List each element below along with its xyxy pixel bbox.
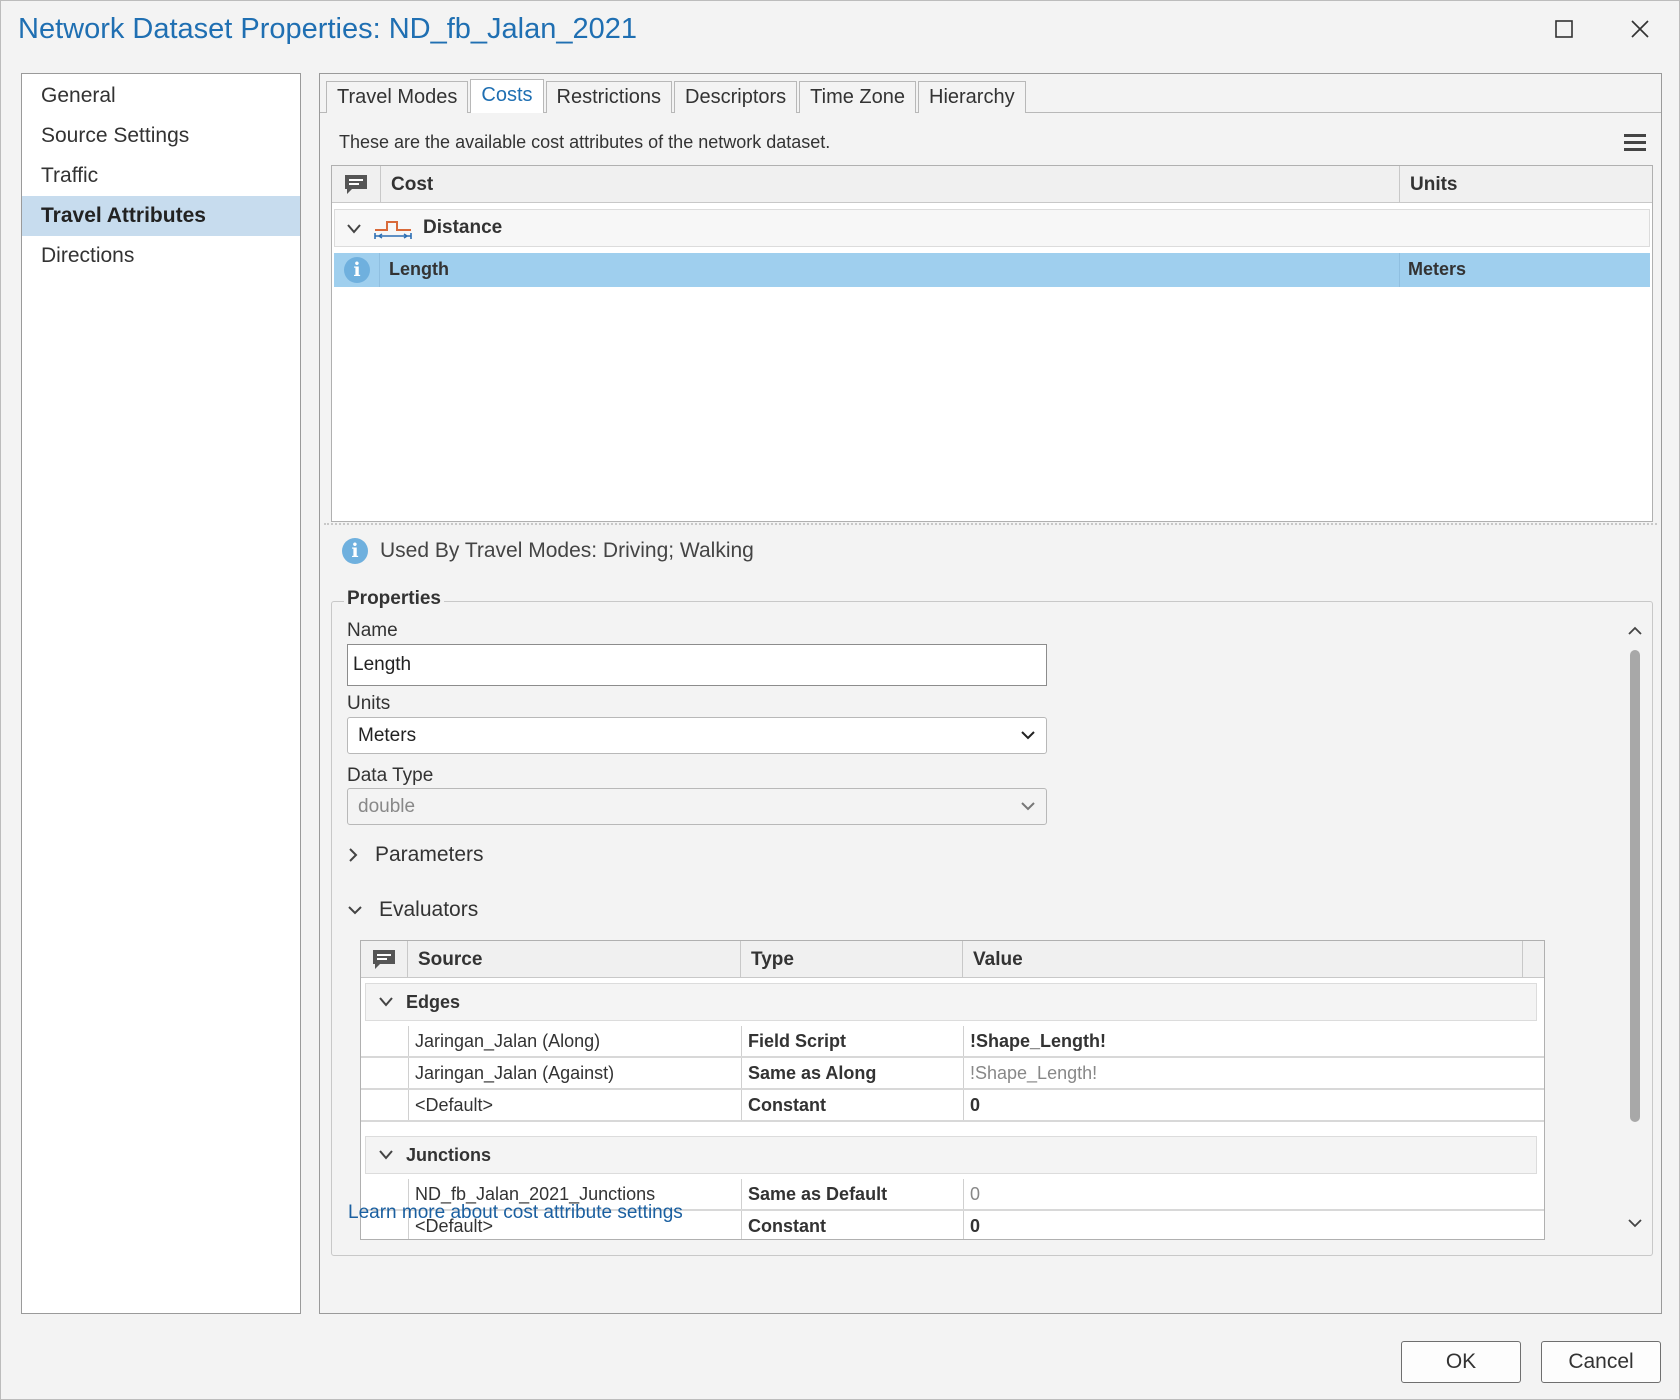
tab-travel-modes[interactable]: Travel Modes [326, 81, 469, 113]
tab-costs[interactable]: Costs [470, 79, 544, 113]
cancel-button[interactable]: Cancel [1541, 1341, 1661, 1383]
tab-time-zone[interactable]: Time Zone [799, 81, 917, 113]
group-label-edges: Edges [406, 992, 461, 1012]
sidebar-item-travel-attributes[interactable]: Travel Attributes [22, 196, 300, 236]
cost-column-header[interactable]: Cost [381, 166, 1400, 203]
sidebar-item-source-settings[interactable]: Source Settings [22, 116, 300, 156]
dialog-window: Network Dataset Properties: ND_fb_Jalan_… [0, 0, 1680, 1400]
evaluators-label: Evaluators [379, 898, 479, 921]
main-panel: Travel Modes Costs Restrictions Descript… [319, 73, 1662, 1314]
evaluator-type: Same as Default [741, 1179, 963, 1209]
evaluator-type: Same as Along [741, 1058, 963, 1088]
evaluator-value: !Shape_Length! [963, 1058, 1523, 1088]
used-by-text: Used By Travel Modes: Driving; Walking [380, 539, 754, 562]
evaluator-row[interactable]: Jaringan_Jalan (Against) Same as Along !… [361, 1058, 1544, 1090]
cost-group-distance[interactable]: Distance [334, 209, 1650, 247]
learn-more-link[interactable]: Learn more about cost attribute settings [348, 1202, 683, 1224]
cost-row-selected[interactable]: i Length Meters [334, 253, 1650, 287]
chevron-right-icon [349, 848, 358, 862]
sidebar-item-traffic[interactable]: Traffic [22, 156, 300, 196]
units-label: Units [347, 693, 391, 714]
chevron-down-icon [1021, 731, 1035, 740]
evaluators-grid-header: Source Type Value [361, 941, 1544, 978]
dialog-title: Network Dataset Properties: ND_fb_Jalan_… [18, 13, 637, 45]
cost-attributes-grid: Cost Units Distance i Length Meters [331, 165, 1653, 522]
chevron-down-icon [1628, 1219, 1642, 1228]
cost-row-units: Meters [1408, 259, 1467, 279]
evaluator-value: 0 [963, 1090, 1523, 1120]
maximize-button[interactable] [1539, 9, 1589, 49]
costs-description: These are the available cost attributes … [339, 132, 831, 152]
evaluator-source: <Default> [408, 1090, 741, 1120]
ok-button[interactable]: OK [1401, 1341, 1521, 1383]
tab-restrictions[interactable]: Restrictions [545, 81, 673, 113]
chevron-down-icon [347, 224, 361, 234]
evaluator-value: 0 [963, 1211, 1523, 1239]
comment-column-header[interactable] [332, 166, 381, 203]
evaluators-grid: Source Type Value Edges Jaringan_Jalan (… [360, 940, 1545, 1240]
comment-icon [373, 950, 395, 969]
cost-row-name: Length [389, 259, 449, 279]
evaluator-source: Jaringan_Jalan (Against) [408, 1058, 741, 1088]
panel-splitter[interactable] [324, 523, 1657, 529]
cost-grid-header: Cost Units [332, 166, 1652, 203]
value-column-header[interactable]: Value [963, 941, 1523, 978]
properties-legend: Properties [344, 588, 444, 610]
data-type-select: double [347, 788, 1047, 825]
evaluators-expander[interactable]: Evaluators [347, 895, 478, 925]
name-label: Name [347, 620, 398, 641]
sidebar-item-directions[interactable]: Directions [22, 236, 300, 276]
chevron-down-icon [379, 1150, 393, 1160]
comment-icon [345, 175, 367, 194]
tab-hierarchy[interactable]: Hierarchy [918, 81, 1026, 113]
evaluator-value: !Shape_Length! [963, 1026, 1523, 1056]
close-button[interactable] [1615, 9, 1665, 49]
name-field[interactable]: Length [347, 644, 1047, 686]
tab-descriptors[interactable]: Descriptors [674, 81, 798, 113]
units-select[interactable]: Meters [347, 717, 1047, 754]
comment-column-header[interactable] [361, 941, 408, 978]
evaluator-group-edges[interactable]: Edges [365, 983, 1537, 1021]
properties-group: Properties Name Length Units Meters Data… [331, 588, 1653, 1256]
properties-scrollbar[interactable] [1623, 622, 1647, 1234]
menu-icon[interactable] [1622, 130, 1648, 156]
chevron-down-icon [379, 997, 393, 1007]
group-label-junctions: Junctions [406, 1145, 492, 1165]
sidebar: General Source Settings Traffic Travel A… [21, 73, 301, 1314]
tab-strip: Travel Modes Costs Restrictions Descript… [326, 79, 1028, 113]
evaluator-value: 0 [963, 1179, 1523, 1209]
maximize-icon [1555, 20, 1573, 38]
units-select-value: Meters [358, 725, 417, 746]
close-icon [1631, 20, 1649, 38]
used-by-notice: i Used By Travel Modes: Driving; Walking [342, 536, 754, 566]
type-column-header[interactable]: Type [741, 941, 963, 978]
sidebar-item-general[interactable]: General [22, 76, 300, 116]
distance-icon [374, 221, 412, 239]
parameters-label: Parameters [375, 843, 484, 866]
data-type-value: double [358, 796, 416, 817]
info-icon: i [342, 538, 368, 564]
evaluator-source: Jaringan_Jalan (Along) [408, 1026, 741, 1056]
evaluator-type: Constant [741, 1090, 963, 1120]
title-bar: Network Dataset Properties: ND_fb_Jalan_… [1, 1, 1680, 57]
parameters-expander[interactable]: Parameters [347, 840, 484, 870]
evaluator-type: Field Script [741, 1026, 963, 1056]
source-column-header[interactable]: Source [408, 941, 741, 978]
units-column-header[interactable]: Units [1400, 166, 1566, 203]
scrollbar-thumb[interactable] [1630, 650, 1640, 1122]
chevron-down-icon [348, 906, 362, 915]
evaluator-row[interactable]: Jaringan_Jalan (Along) Field Script !Sha… [361, 1026, 1544, 1058]
data-type-label: Data Type [347, 765, 434, 786]
evaluator-row[interactable]: <Default> Constant 0 [361, 1090, 1544, 1122]
info-icon: i [344, 257, 370, 283]
group-label-distance: Distance [423, 217, 503, 238]
chevron-up-icon [1628, 626, 1642, 635]
chevron-down-icon [1021, 802, 1035, 811]
evaluator-type: Constant [741, 1211, 963, 1239]
evaluator-group-junctions[interactable]: Junctions [365, 1136, 1537, 1174]
